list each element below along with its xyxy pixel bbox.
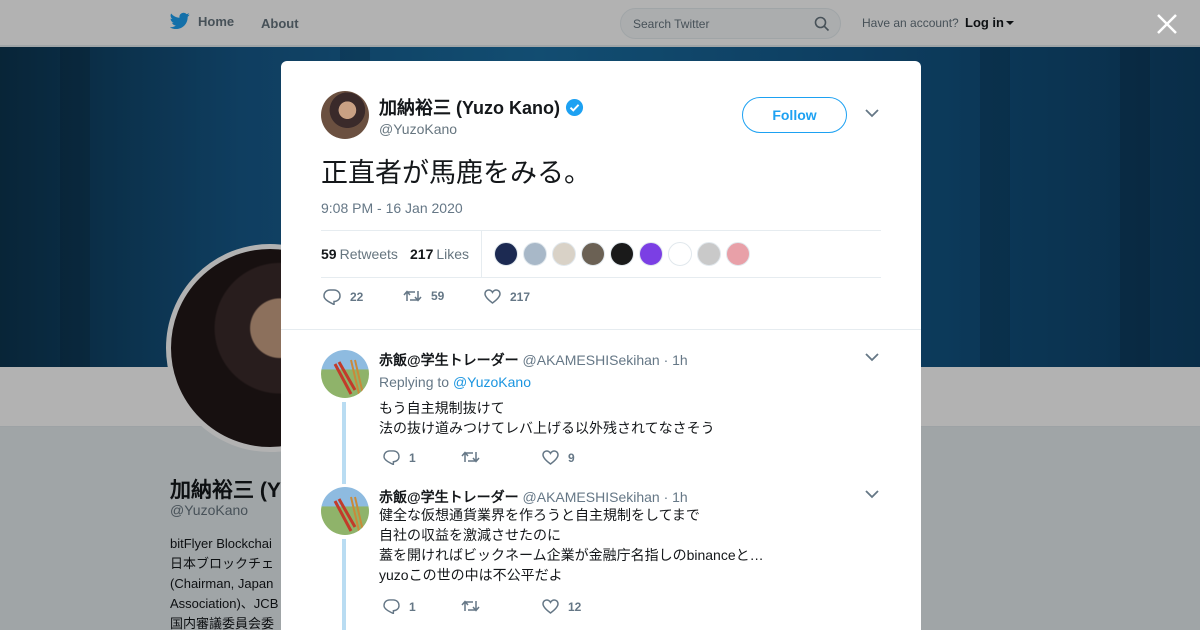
liker-avatar[interactable] [494,242,518,266]
retweet-count: 59 [431,289,445,303]
close-icon[interactable] [1155,12,1179,36]
reply-text: 健全な仮想通貨業界を作ろうと自主規制をしてまで 自社の収益を激減させたのに 蓋を… [379,505,764,585]
reply-action[interactable]: 22 [323,289,363,305]
reply-header: 赤飯@学生トレーダー @AKAMESHISekihan · 1h [379,487,688,507]
heart-icon [542,450,559,465]
like-action[interactable]: 12 [542,599,581,614]
replying-prefix: Replying to [379,374,450,390]
liker-avatar[interactable] [726,242,750,266]
liker-avatar[interactable] [639,242,663,266]
replying-to: Replying to @YuzoKano [379,374,531,390]
liker-avatar[interactable] [552,242,576,266]
reply-tweet[interactable]: 赤飯@学生トレーダー @AKAMESHISekihan · 1h Replyin… [281,350,921,485]
reply-icon [383,599,400,614]
retweet-icon [461,600,480,612]
retweet-action[interactable]: 59 [403,289,444,303]
reply-line: 健全な仮想通貨業界を作ろうと自主規制をしてまで [379,507,700,523]
author-handle[interactable]: @YuzoKano [379,121,457,137]
tweet-stats: 59 Retweets 217 Likes [321,230,881,278]
reply-count: 22 [350,290,364,304]
retweet-action[interactable] [461,599,489,613]
tweet-modal: 加納裕三 (Yuzo Kano) @YuzoKano Follow 正直者が馬鹿… [281,61,921,630]
reply-author-handle[interactable]: @AKAMESHISekihan [523,352,660,368]
reply-header: 赤飯@学生トレーダー @AKAMESHISekihan · 1h [379,350,688,370]
reply-line: yuzoこの世の中は不公平だよ [379,567,563,583]
like-count: 12 [568,599,582,614]
follow-button[interactable]: Follow [742,97,847,133]
retweets-count: 59 [321,246,337,262]
reply-action[interactable]: 1 [383,599,416,614]
like-count: 217 [510,289,531,304]
like-count: 9 [568,450,575,465]
reply-line: 自社の収益を激減させたのに [379,527,561,543]
heart-icon [542,599,559,614]
liker-avatar[interactable] [610,242,634,266]
like-action[interactable]: 217 [484,289,530,304]
retweets-label: Retweets [339,246,398,262]
chevron-down-icon[interactable] [865,490,879,499]
reply-time[interactable]: · 1h [664,352,688,368]
reply-tweet[interactable]: 赤飯@学生トレーダー @AKAMESHISekihan · 1h 健全な仮想通貨… [281,487,921,630]
reply-time[interactable]: · 1h [664,489,688,505]
reply-author-name[interactable]: 赤飯@学生トレーダー [379,352,519,368]
reply-icon [323,289,341,305]
liker-avatar[interactable] [697,242,721,266]
chevron-down-icon[interactable] [865,353,879,362]
reply-count: 1 [409,599,416,614]
retweet-action[interactable] [461,450,489,464]
liker-avatar[interactable] [668,242,692,266]
reply-count: 1 [409,450,416,465]
reply-line: 法の抜け道みつけてレバ上げる以外残されてなさそう [379,420,715,436]
author-name-text: 加納裕三 (Yuzo Kano) [379,98,560,118]
stats-divider [481,231,482,278]
reply-icon [383,450,400,465]
reply-line: 蓋を開ければビックネーム企業が金融庁名指しのbinanceと… [379,547,764,563]
reply-line: もう自主規制抜けて [379,400,505,416]
replies-divider [281,329,921,330]
retweet-icon [403,290,422,302]
likes-stat[interactable]: 217 Likes [410,246,469,262]
reply-action[interactable]: 1 [383,450,416,465]
reply-author-name[interactable]: 赤飯@学生トレーダー [379,489,519,505]
retweets-stat[interactable]: 59 Retweets [321,246,398,262]
retweet-icon [461,451,480,463]
thread-line [342,539,346,630]
likes-label: Likes [436,246,470,262]
like-action[interactable]: 9 [542,450,575,465]
author-avatar[interactable] [321,91,369,139]
heart-icon [484,289,501,304]
tweet-text: 正直者が馬鹿をみる。 [321,158,591,188]
liker-avatar[interactable] [523,242,547,266]
verified-badge-icon [565,98,584,116]
reply-author-handle[interactable]: @AKAMESHISekihan [523,489,660,505]
author-name[interactable]: 加納裕三 (Yuzo Kano) [379,94,584,120]
reply-text: もう自主規制抜けて 法の抜け道みつけてレバ上げる以外残されてなさそう [379,398,715,438]
liker-avatar[interactable] [581,242,605,266]
reply-avatar[interactable] [321,487,369,535]
likes-count: 217 [410,246,434,262]
replying-to-link[interactable]: @YuzoKano [453,374,531,390]
chevron-down-icon[interactable] [865,109,879,118]
thread-line [342,402,346,484]
tweet-timestamp[interactable]: 9:08 PM - 16 Jan 2020 [321,200,463,216]
reply-avatar[interactable] [321,350,369,398]
